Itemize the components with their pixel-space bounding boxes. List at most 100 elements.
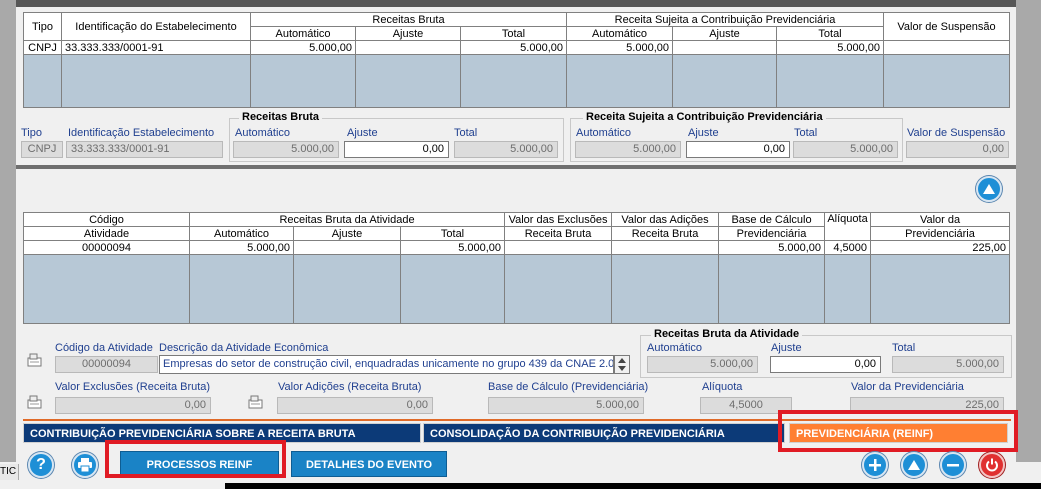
rs-automatico-field[interactable]: 5.000,00 xyxy=(575,141,681,158)
detalhes-evento-button[interactable]: DETALHES DO EVENTO xyxy=(291,451,447,477)
col-exclusoes-receita[interactable]: Receita Bruta xyxy=(504,226,613,241)
col-base-previdenciaria[interactable]: Previdenciária xyxy=(718,226,826,241)
cell-rb-automatico[interactable]: 5.000,00 xyxy=(250,40,356,55)
cell-exclusoes[interactable] xyxy=(504,240,613,255)
cell-automatico[interactable]: 5.000,00 xyxy=(189,240,294,255)
suspensao-label: Valor de Suspensão xyxy=(907,127,1006,139)
table-row[interactable]: CNPJ 33.333.333/0001-91 5.000,00 5.000,0… xyxy=(23,40,1011,55)
valor-exclusoes-field[interactable]: 0,00 xyxy=(55,397,211,414)
col-atividade[interactable]: Atividade xyxy=(23,226,190,241)
collapse-up-button[interactable] xyxy=(976,176,1002,202)
spin-arrows-icon xyxy=(618,358,626,371)
cell-rb-total[interactable]: 5.000,00 xyxy=(460,40,567,55)
col-codigo[interactable]: Código xyxy=(23,212,190,227)
col-valor-adicoes[interactable]: Valor das Adições xyxy=(611,212,720,227)
col-valor-exclusoes[interactable]: Valor das Exclusões xyxy=(504,212,613,227)
cell-total[interactable]: 5.000,00 xyxy=(399,240,506,255)
cell-rs-ajuste[interactable] xyxy=(672,40,777,55)
descricao-spinner[interactable] xyxy=(614,355,630,374)
exclusoes-tool-icon[interactable] xyxy=(26,394,44,410)
valor-adicoes-label: Valor Adições (Receita Bruta) xyxy=(278,381,422,393)
rs-total-field[interactable]: 5.000,00 xyxy=(793,141,898,158)
tab-consolidacao[interactable]: CONSOLIDAÇÃO DA CONTRIBUIÇÃO PREVIDENCIÁ… xyxy=(423,423,785,443)
codigo-atividade-field[interactable]: 00000094 xyxy=(55,356,158,373)
plus-icon xyxy=(869,459,881,471)
cell-ajuste[interactable] xyxy=(293,240,401,255)
cell-atividade[interactable]: 00000094 xyxy=(23,240,190,255)
col-aliquota[interactable]: Alíquota xyxy=(824,212,872,241)
col-valor-suspensao[interactable]: Valor de Suspensão xyxy=(883,12,1011,41)
move-up-button[interactable] xyxy=(901,452,927,478)
aliquota-label: Alíquota xyxy=(702,381,743,393)
activity-grid[interactable]: Código Receitas Bruta da Atividade Valor… xyxy=(23,212,1011,324)
section-separator xyxy=(16,165,1016,169)
descricao-field[interactable]: Empresas do setor de construção civil, e… xyxy=(159,355,614,374)
print-button[interactable] xyxy=(72,452,98,478)
col-group-receita-sujeita: Receita Sujeita a Contribuição Previdenc… xyxy=(565,12,885,27)
col-ajuste[interactable]: Ajuste xyxy=(293,226,401,241)
tipo-field[interactable]: CNPJ xyxy=(21,141,63,158)
col-adicoes-receita[interactable]: Receita Bruta xyxy=(611,226,720,241)
rs-ajuste-input[interactable]: 0,00 xyxy=(686,141,790,158)
col-valor-previdenciaria[interactable]: Previdenciária xyxy=(870,226,1011,241)
col-base-calculo[interactable]: Base de Cálculo xyxy=(718,212,826,227)
col-automatico[interactable]: Automático xyxy=(189,226,294,241)
col-rs-ajuste[interactable]: Ajuste xyxy=(672,26,777,41)
cell-suspensao[interactable] xyxy=(883,40,1011,55)
highlight-processos-reinf xyxy=(105,440,286,478)
cell-rs-automatico[interactable]: 5.000,00 xyxy=(566,40,673,55)
col-group-receitas-bruta: Receitas Bruta xyxy=(250,12,567,27)
ajuste-label: Ajuste xyxy=(771,342,802,354)
printer-icon xyxy=(78,458,92,472)
rs-total-label: Total xyxy=(794,127,818,139)
rb-automatico-label: Automático xyxy=(235,127,291,139)
col-tipo[interactable]: Tipo xyxy=(23,12,62,41)
establishment-grid[interactable]: Tipo Identificação do Estabelecimento Re… xyxy=(23,12,1011,108)
table-row[interactable]: 00000094 5.000,00 5.000,00 5.000,00 4,50… xyxy=(23,240,1011,255)
add-button[interactable] xyxy=(862,452,888,478)
total-label: Total xyxy=(892,342,916,354)
cell-base[interactable]: 5.000,00 xyxy=(718,240,826,255)
document-tool-icon[interactable] xyxy=(26,352,44,368)
help-icon: ? xyxy=(36,456,46,473)
minus-icon xyxy=(947,464,959,467)
automatico-label: Automático xyxy=(647,342,703,354)
power-button[interactable] xyxy=(979,452,1005,478)
valor-exclusoes-label: Valor Exclusões (Receita Bruta) xyxy=(55,381,211,393)
col-rb-ajuste[interactable]: Ajuste xyxy=(355,26,461,41)
remove-button[interactable] xyxy=(940,452,966,478)
rb-total-field[interactable]: 5.000,00 xyxy=(454,141,558,158)
cell-valor[interactable]: 225,00 xyxy=(870,240,1011,255)
identificacao-field[interactable]: 33.333.333/0001-91 xyxy=(66,141,223,158)
col-total[interactable]: Total xyxy=(399,226,506,241)
automatico-field[interactable]: 5.000,00 xyxy=(647,356,758,373)
col-rb-automatico[interactable]: Automático xyxy=(250,26,356,41)
cell-aliquota[interactable]: 4,5000 xyxy=(824,240,872,255)
total-field[interactable]: 5.000,00 xyxy=(892,356,1004,373)
col-rs-total[interactable]: Total xyxy=(775,26,885,41)
ajuste-input[interactable]: 0,00 xyxy=(770,356,881,373)
base-calculo-field[interactable]: 5.000,00 xyxy=(488,397,644,414)
receita-sujeita-group-title: Receita Sujeita a Contribuição Previdenc… xyxy=(583,111,826,123)
rb-ajuste-label: Ajuste xyxy=(347,127,378,139)
valor-adicoes-field[interactable]: 0,00 xyxy=(277,397,433,414)
help-button[interactable]: ? xyxy=(28,452,54,478)
descricao-label: Descrição da Atividade Econômica xyxy=(159,342,329,354)
col-rb-total[interactable]: Total xyxy=(460,26,567,41)
empty-grid-area xyxy=(23,254,1011,324)
cell-rs-total[interactable]: 5.000,00 xyxy=(775,40,885,55)
rb-automatico-field[interactable]: 5.000,00 xyxy=(233,141,339,158)
cell-identificacao[interactable]: 33.333.333/0001-91 xyxy=(61,40,251,55)
right-window-border xyxy=(1016,0,1041,462)
cell-adicoes[interactable] xyxy=(611,240,720,255)
rb-ajuste-input[interactable]: 0,00 xyxy=(344,141,449,158)
cell-tipo[interactable]: CNPJ xyxy=(23,40,62,55)
top-title-bar xyxy=(16,0,1016,7)
col-valor-da[interactable]: Valor da xyxy=(870,212,1011,227)
suspensao-field[interactable]: 0,00 xyxy=(906,141,1009,158)
rs-automatico-label: Automático xyxy=(576,127,632,139)
col-identificacao[interactable]: Identificação do Estabelecimento xyxy=(61,12,251,41)
adicoes-tool-icon[interactable] xyxy=(247,394,265,410)
col-rs-automatico[interactable]: Automático xyxy=(566,26,673,41)
cell-rb-ajuste[interactable] xyxy=(355,40,461,55)
